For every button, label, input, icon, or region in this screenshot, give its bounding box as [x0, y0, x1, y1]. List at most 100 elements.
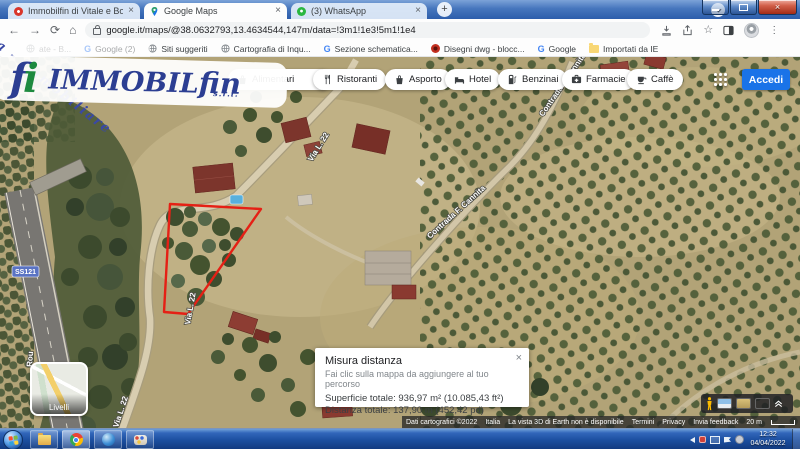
back-icon[interactable]: ← [8, 24, 20, 36]
bookmark-item[interactable]: Disegni dwg - blocc... [431, 44, 525, 54]
profile-avatar[interactable] [744, 23, 759, 38]
windows-logo-icon [8, 435, 18, 445]
address-bar[interactable]: google.it/maps/@38.0632793,13.4634544,14… [85, 22, 650, 38]
popup-hint: Fai clic sulla mappa da aggiungere al tu… [325, 369, 519, 389]
window-controls: × [702, 0, 797, 15]
chip-caffe[interactable]: Caffè [627, 69, 683, 90]
install-icon[interactable] [661, 25, 672, 36]
close-tab-icon[interactable]: × [415, 6, 421, 16]
svg-text:SS121: SS121 [15, 269, 36, 276]
tab-title: Google Maps [164, 6, 270, 16]
chip-hotel[interactable]: Hotel [445, 69, 500, 90]
privacy-link[interactable]: Privacy [662, 419, 685, 426]
close-tab-icon[interactable]: × [275, 6, 281, 16]
attribution-country: Italia [485, 419, 500, 426]
chip-label: Asporto [409, 74, 442, 85]
measure-distance-popup: × Misura distanza Fai clic sulla mappa d… [315, 348, 529, 407]
feedback-link[interactable]: Invia feedback [693, 419, 738, 426]
immobilfin-brand: IMMOBILfins.r.l. [48, 65, 241, 98]
url-text: google.it/maps/@38.0632793,13.4634544,14… [106, 25, 415, 36]
pharmacy-icon [571, 74, 582, 85]
google-apps-icon[interactable] [714, 73, 727, 86]
chip-label: Ristoranti [337, 74, 377, 85]
immobilfin-monogram: fi [9, 58, 35, 99]
immobilfin-watermark: fi IMMOBILfins.r.l. [0, 55, 288, 108]
chip-farmacie[interactable]: Farmacie [562, 69, 635, 90]
pegman-icon[interactable] [706, 397, 713, 411]
bookmark-label: Importati da IE [603, 44, 658, 54]
taskbar-chrome-button[interactable] [62, 430, 90, 449]
globe-icon [221, 44, 230, 53]
toolbar-actions: ☆ ⋮ [661, 23, 779, 38]
road-badge-ss121: SS121 [12, 266, 39, 277]
close-tab-icon[interactable]: × [128, 6, 134, 16]
start-button[interactable] [3, 430, 23, 449]
collapse-chevron-icon[interactable] [774, 399, 783, 408]
fuel-icon [507, 74, 518, 85]
taskbar-explorer-button[interactable] [30, 430, 58, 449]
show-desktop-button[interactable] [792, 429, 800, 449]
home-icon[interactable]: ⌂ [69, 24, 76, 36]
chip-asporto[interactable]: Asporto [385, 69, 451, 90]
tray-app-icon[interactable] [699, 436, 706, 443]
attribution-data: Dati cartografici ©2022 [406, 419, 477, 426]
swimming-pool [230, 195, 243, 204]
share-icon[interactable] [682, 25, 693, 36]
taskbar-clock[interactable]: 12:32 04/04/2022 [745, 431, 791, 448]
tab-strip: Immobilfin di Vitale e Bonetti s.r... × … [0, 0, 800, 19]
chip-label: Benzinai [522, 74, 558, 85]
maximize-button[interactable] [730, 0, 757, 15]
volume-icon[interactable] [690, 437, 695, 443]
taskbar-paint-button[interactable] [126, 430, 154, 449]
bookmark-item[interactable]: Importati da IE [589, 44, 658, 54]
forward-icon[interactable]: → [29, 24, 41, 36]
tab-immobilfin[interactable]: Immobilfin di Vitale e Bonetti s.r... × [8, 3, 140, 19]
tray-status-icon[interactable] [735, 435, 744, 444]
clock-time: 12:32 [745, 431, 791, 440]
streetview-thumbnail[interactable] [717, 398, 732, 409]
taskbar-globe-app-button[interactable] [94, 430, 122, 449]
satellite-thumbnail[interactable] [736, 398, 751, 409]
terms-link[interactable]: Termini [632, 419, 655, 426]
restaurant-icon [322, 74, 333, 85]
close-icon[interactable]: × [516, 352, 522, 364]
bookmark-label: Disegni dwg - blocc... [444, 44, 525, 54]
browser-toolbar: ← → ⟳ ⌂ google.it/maps/@38.0632793,13.46… [0, 19, 800, 41]
tab-whatsapp[interactable]: (3) WhatsApp × [291, 3, 427, 19]
layers-control[interactable]: Livelli [30, 362, 88, 416]
minimize-button[interactable] [702, 0, 729, 15]
close-window-button[interactable]: × [758, 0, 797, 15]
popup-title: Misura distanza [325, 355, 519, 367]
scale-bar [771, 420, 795, 425]
new-tab-button[interactable]: + [437, 2, 452, 17]
map-thumbnail[interactable] [755, 398, 770, 409]
bookmark-star-icon[interactable]: ☆ [703, 24, 713, 36]
map-attribution-bar: Dati cartografici ©2022 Italia La vista … [402, 416, 800, 428]
reload-icon[interactable]: ⟳ [50, 24, 60, 36]
network-icon[interactable] [710, 436, 720, 444]
bookmark-label: Sezione schematica... [335, 44, 418, 54]
chip-ristoranti[interactable]: Ristoranti [313, 69, 386, 90]
lock-icon[interactable] [93, 28, 101, 35]
bookmark-item[interactable]: G Sezione schematica... [324, 44, 418, 54]
browser-menu-icon[interactable]: ⋮ [769, 25, 779, 36]
google-maps-canvas[interactable]: SS121 Via L. 22 Via L. 22 Via L. 22 Cont… [0, 57, 800, 428]
chrome-icon [70, 433, 83, 446]
chip-benzinai[interactable]: Benzinai [498, 69, 567, 90]
sign-in-button[interactable]: Accedi [742, 69, 790, 90]
maps-pin-favicon-icon [150, 7, 159, 16]
system-tray [690, 435, 744, 444]
explorer-icon [38, 435, 51, 445]
tab-title: Immobilfin di Vitale e Bonetti s.r... [28, 6, 123, 16]
bookmark-label: Siti suggeriti [161, 44, 207, 54]
action-center-flag-icon[interactable] [724, 437, 731, 443]
bookmark-item[interactable]: G Google [538, 44, 576, 54]
side-panel-icon[interactable] [723, 25, 734, 36]
coffee-icon [636, 74, 647, 85]
tab-google-maps[interactable]: Google Maps × [144, 3, 287, 19]
bookmark-item[interactable]: Siti suggeriti [148, 44, 207, 54]
chip-label: Caffè [651, 74, 674, 85]
chip-label: Farmacie [586, 74, 626, 85]
bookmark-item[interactable]: Cartografia di Inqu... [221, 44, 311, 54]
attribution-3d-note: La vista 3D di Earth non è disponibile [508, 419, 624, 426]
